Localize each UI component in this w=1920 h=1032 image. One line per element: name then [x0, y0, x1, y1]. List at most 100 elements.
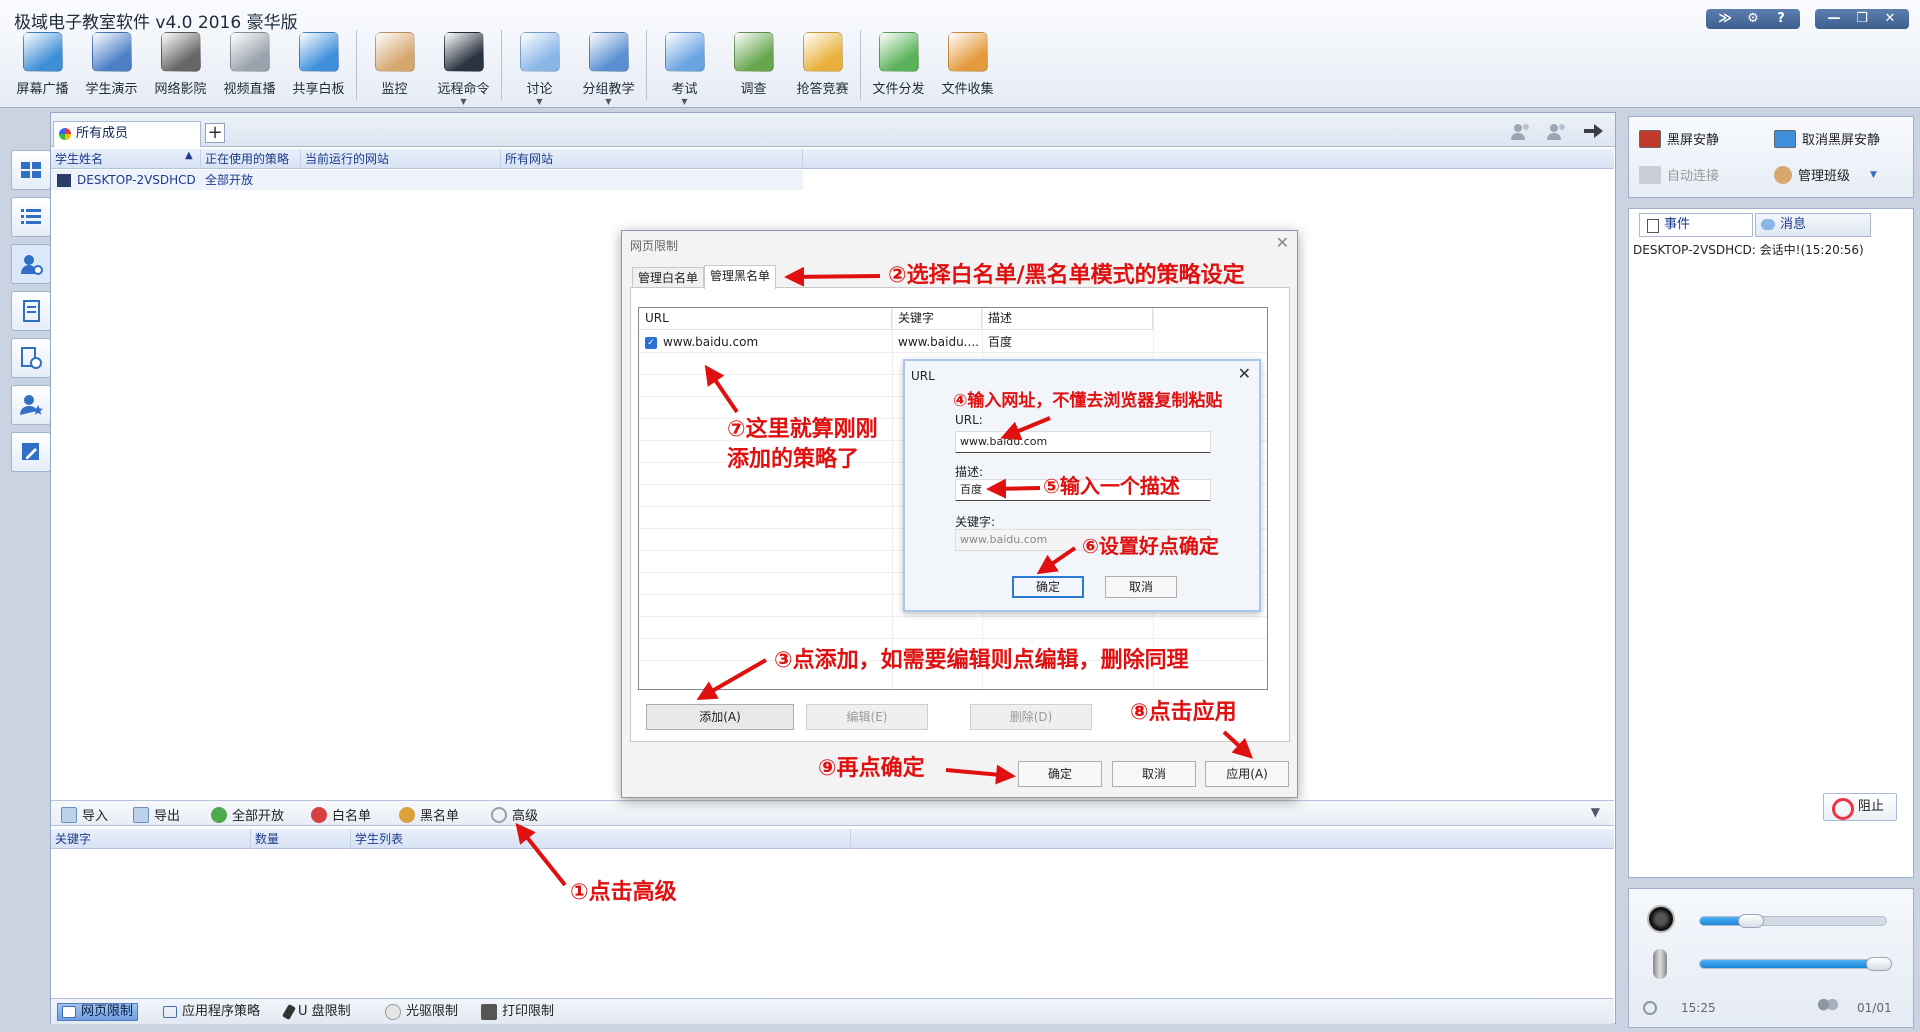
settings-button[interactable]: ⚙ [1740, 9, 1766, 29]
toolbar-label: 调查 [740, 82, 767, 97]
col-student-name[interactable]: 学生姓名 [51, 149, 201, 169]
tab-web-limit[interactable]: 网页限制 [57, 1003, 139, 1021]
toolbar-file-send-button[interactable]: 文件分发 [864, 30, 933, 106]
toolbar-webcam-button[interactable]: 视频直播 [215, 30, 284, 106]
tab-manage-whitelist[interactable]: 管理白名单 [632, 267, 705, 289]
tab-print-limit[interactable]: 打印限制 [477, 1003, 558, 1021]
whitelist-button[interactable]: 白名单 [311, 805, 371, 824]
toolbar-exam-button[interactable]: 考试 ▼ [650, 30, 719, 106]
apply-button[interactable]: 应用(A) [1205, 761, 1289, 787]
col-current-site[interactable]: 当前运行的网站 [301, 149, 501, 169]
restore-button[interactable]: ❐ [1849, 9, 1875, 29]
col-url[interactable]: URL [639, 308, 892, 330]
toolbar-film-reel-button[interactable]: 网络影院 [146, 30, 215, 106]
blacklist-button[interactable]: 黑名单 [399, 805, 459, 824]
tab-app-policy[interactable]: 应用程序策略 [159, 1003, 264, 1021]
black-screen-icon [1639, 129, 1661, 148]
auto-connect-button[interactable]: 自动连接 [1639, 165, 1719, 184]
toolbar-label: 网络影院 [154, 82, 207, 97]
speaker-volume-knob[interactable] [1738, 914, 1765, 928]
chevron-down-icon[interactable]: ▼ [681, 97, 687, 106]
toolbar-chat-bubble-button[interactable]: 讨论 ▼ [505, 30, 574, 106]
toolbar-screen-broadcast-button[interactable]: 屏幕广播 [8, 30, 77, 106]
chevron-down-icon[interactable]: ▼ [460, 97, 466, 106]
delete-button[interactable]: 删除(D) [970, 704, 1092, 730]
toolbar-command-button[interactable]: 远程命令 ▼ [429, 30, 498, 106]
url-cancel-button[interactable]: 取消 [1105, 576, 1177, 598]
url-ok-button[interactable]: 确定 [1012, 576, 1084, 598]
table-row[interactable]: DESKTOP-2VSDHCD 全部开放 [51, 170, 803, 190]
cancel-black-screen-button[interactable]: 取消黑屏安静 [1774, 129, 1880, 148]
mic-volume-slider[interactable] [1699, 957, 1893, 971]
block-button[interactable]: 阻止 [1823, 793, 1897, 821]
mic-volume-knob[interactable] [1866, 957, 1893, 971]
chat-bubble-icon [519, 32, 560, 72]
chevron-down-icon[interactable]: ▼ [605, 97, 611, 106]
toolbar-survey-button[interactable]: 调查 [719, 30, 788, 106]
import-button[interactable]: 导入 [61, 805, 108, 824]
tab-usb-limit[interactable]: U 盘限制 [281, 1003, 355, 1021]
user-policy-icon[interactable] [11, 244, 51, 284]
manage-class-button[interactable]: 管理班级 ▼ [1774, 165, 1877, 184]
tab-manage-blacklist[interactable]: 管理黑名单 [704, 265, 777, 289]
toolbar-label: 共享白板 [292, 82, 345, 97]
edit-button[interactable]: 编辑(E) [806, 704, 928, 730]
checkbox-checked[interactable]: ✓ [645, 337, 657, 349]
window-control-buttons: — ❐ ✕ [1815, 9, 1909, 29]
globe-black-icon [399, 806, 415, 823]
col-description[interactable]: 描述 [982, 308, 1153, 330]
group-user-icon[interactable] [1509, 121, 1533, 141]
col-all-sites[interactable]: 所有网站 [501, 149, 803, 169]
import-label: 导入 [82, 809, 109, 824]
toolbar-group-button[interactable]: 分组教学 ▼ [574, 30, 643, 106]
document-icon[interactable] [11, 291, 51, 331]
cancel-button[interactable]: 取消 [1112, 761, 1196, 787]
computer-icon [57, 174, 71, 187]
clock-document-icon[interactable] [11, 338, 51, 378]
user-star-icon[interactable] [11, 385, 51, 425]
collapse-button[interactable]: ≫ [1712, 9, 1738, 29]
grid-line [892, 308, 893, 689]
tab-app-policy-label: 应用程序策略 [182, 1004, 261, 1019]
tab-cd-limit[interactable]: 光驱限制 [381, 1003, 462, 1021]
tab-all-members[interactable]: 所有成员 [53, 121, 201, 147]
dialog-close-icon[interactable]: ✕ [1276, 233, 1289, 252]
list-view-icon[interactable] [11, 197, 51, 237]
group-user-icon[interactable] [1545, 121, 1569, 141]
add-tab-button[interactable]: + [205, 123, 225, 143]
col-policy[interactable]: 正在使用的策略 [201, 149, 301, 169]
toolbar-file-collect-button[interactable]: 文件收集 [933, 30, 1002, 106]
black-screen-button[interactable]: 黑屏安静 [1639, 129, 1719, 148]
arrow-right-icon[interactable] [1581, 121, 1605, 141]
time-display: 15:25 [1681, 1001, 1716, 1015]
toolbar-student-demo-button[interactable]: 学生演示 [77, 30, 146, 106]
ok-button[interactable]: 确定 [1018, 761, 1102, 787]
toolbar-whiteboard-button[interactable]: 共享白板 [284, 30, 353, 106]
color-wheel-icon [59, 128, 71, 140]
help-button[interactable]: ? [1768, 9, 1794, 29]
toolbar-quiz-star-button[interactable]: 抢答竞赛 [788, 30, 857, 106]
url-dialog-close-icon[interactable]: ✕ [1238, 364, 1251, 383]
col-student-list[interactable]: 学生列表 [351, 829, 851, 849]
minimize-button[interactable]: — [1821, 9, 1847, 29]
window-icon [163, 1006, 177, 1018]
policy-tabs: 网页限制 应用程序策略 U 盘限制 光驱限制 打印限制 [51, 998, 1614, 1024]
col-keyword[interactable]: 关键字 [51, 829, 251, 849]
col-count[interactable]: 数量 [251, 829, 351, 849]
add-button[interactable]: 添加(A) [646, 704, 794, 730]
printer-icon [481, 1004, 497, 1020]
advanced-button[interactable]: 高级 [491, 805, 538, 824]
chevron-down-icon[interactable]: ▼ [536, 97, 542, 106]
open-all-button[interactable]: 全部开放 [211, 805, 284, 824]
close-button[interactable]: ✕ [1877, 9, 1903, 29]
url-input[interactable]: www.baidu.com [955, 431, 1211, 453]
speaker-volume-slider[interactable] [1699, 914, 1887, 928]
media-controls: 15:25 01/01 [1628, 888, 1914, 1028]
tile-view-icon[interactable] [11, 150, 51, 190]
chevron-down-icon[interactable]: ▼ [1591, 805, 1600, 819]
edit-board-icon[interactable] [11, 432, 51, 472]
export-button[interactable]: 导出 [133, 805, 180, 824]
toolbar-monitor-person-button[interactable]: 监控 [360, 30, 429, 106]
col-keyword[interactable]: 关键字 [892, 308, 982, 330]
user-count: 01/01 [1857, 1001, 1892, 1015]
